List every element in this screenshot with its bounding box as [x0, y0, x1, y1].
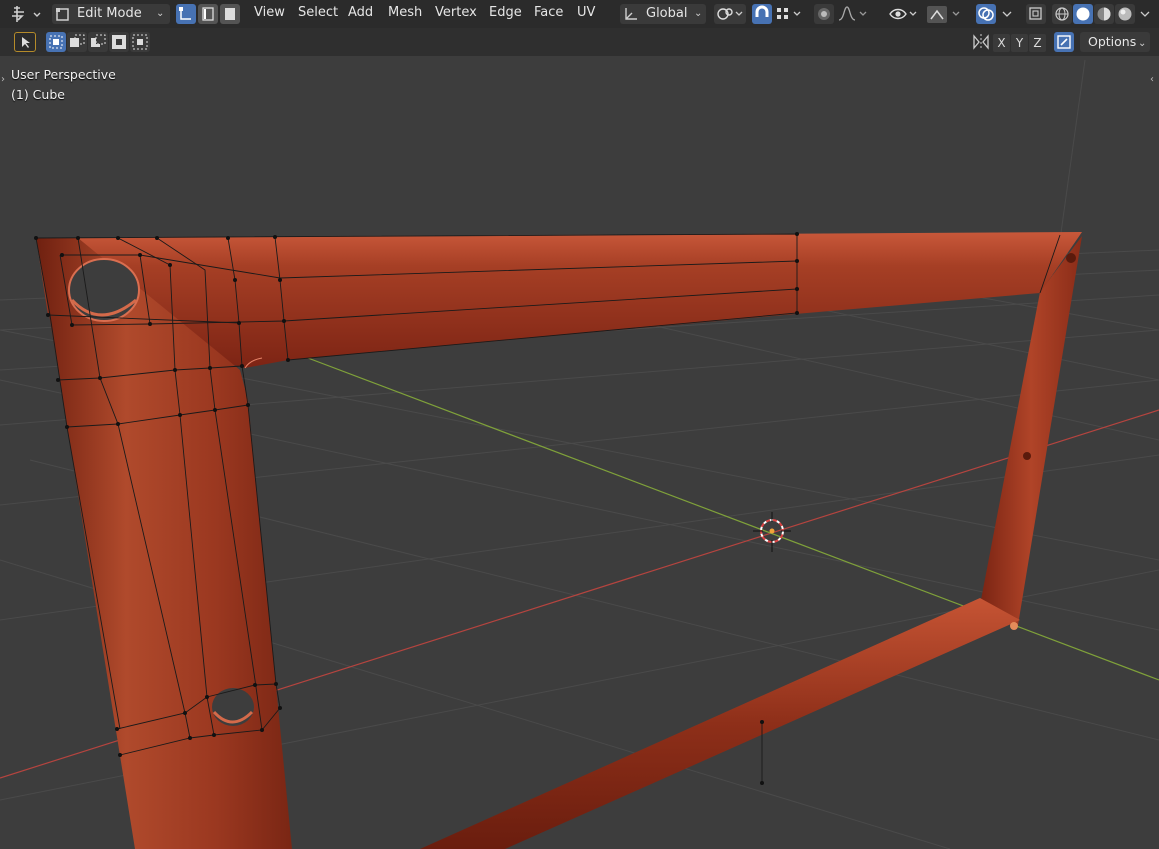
solid-shading-button[interactable] [1073, 4, 1093, 24]
menu-edge[interactable]: Edge [489, 5, 522, 20]
wireframe-shading-button[interactable] [1052, 4, 1072, 24]
pivot-point-button[interactable] [714, 4, 746, 24]
material-shading-button[interactable] [1094, 4, 1114, 24]
select-mode-extend[interactable] [67, 32, 87, 52]
overlay-icon [978, 7, 994, 21]
wireframe-shading-icon [1055, 7, 1069, 21]
proportional-editing-toggle[interactable] [814, 4, 834, 24]
visibility-icon [889, 8, 917, 20]
editor-type-button[interactable] [8, 4, 44, 24]
vertex-select-icon [179, 7, 191, 20]
chevron-down-icon: ⌄ [156, 8, 165, 19]
menu-add[interactable]: Add [348, 5, 373, 20]
vertex-select-button[interactable] [176, 4, 196, 24]
toolbar-expand-icon[interactable]: › [1, 74, 5, 85]
options-dropdown[interactable]: Options ⌄ [1080, 32, 1150, 52]
transform-orientation-icon [625, 8, 637, 20]
mirror-icon [973, 34, 989, 50]
material-shading-icon [1097, 7, 1111, 21]
menu-vertex[interactable]: Vertex [435, 5, 477, 20]
auto-merge-toggle[interactable] [1054, 32, 1074, 52]
mirror-x-toggle[interactable]: X [993, 34, 1010, 52]
rendered-shading-icon [1118, 7, 1132, 21]
mirror-z-toggle[interactable]: Z [1029, 34, 1046, 52]
menu-view[interactable]: View [254, 5, 285, 20]
mirror-y-toggle[interactable]: Y [1011, 34, 1028, 52]
tool-settings-bar: X Y Z Options ⌄ [0, 28, 1159, 56]
menu-uv[interactable]: UV [577, 5, 595, 20]
chevron-down-icon [1002, 11, 1012, 17]
solid-shading-icon [1076, 7, 1090, 21]
proportional-icon [818, 8, 830, 20]
options-label: Options [1088, 34, 1137, 49]
mirror-button[interactable] [970, 32, 992, 52]
face-select-button[interactable] [220, 4, 240, 24]
select-mode-invert[interactable] [109, 32, 129, 52]
chevron-down-icon: ⌄ [694, 8, 703, 19]
snap-increment-icon [777, 8, 801, 19]
select-intersect-icon [132, 34, 148, 50]
object-name: (1) Cube [11, 87, 65, 102]
3d-cursor-icon[interactable] [753, 512, 791, 552]
shading-dropdown[interactable] [1137, 4, 1153, 24]
select-new-icon [49, 35, 63, 49]
editor-type-icon [12, 6, 41, 22]
select-mode-new[interactable] [46, 32, 66, 52]
falloff-icon [838, 6, 867, 21]
chevron-down-icon [1140, 11, 1150, 17]
snap-icon [755, 5, 769, 17]
select-invert-icon [112, 35, 126, 49]
mode-selector[interactable]: Edit Mode ⌄ [52, 4, 170, 24]
active-tool-button[interactable] [14, 32, 36, 52]
overlay-toggle[interactable] [976, 4, 996, 24]
falloff-button[interactable] [836, 4, 870, 24]
face-select-icon [225, 8, 235, 20]
3d-viewport[interactable]: User Perspective (1) Cube › ‹ [0, 56, 1159, 849]
mode-label: Edit Mode [77, 6, 142, 21]
select-mode-intersect[interactable] [130, 32, 150, 52]
menu-face[interactable]: Face [534, 5, 563, 20]
menu-select[interactable]: Select [298, 5, 338, 20]
select-extend-icon [70, 34, 85, 47]
gizmo-icon [927, 6, 960, 23]
overlay-dropdown[interactable] [998, 4, 1016, 24]
chevron-down-icon: ⌄ [1138, 38, 1147, 49]
viewport-header: Edit Mode ⌄ View Select Add Mesh Vertex … [0, 0, 1159, 28]
snap-toggle[interactable] [752, 4, 772, 24]
select-subtract-icon [91, 34, 106, 47]
menu-mesh[interactable]: Mesh [388, 5, 422, 20]
select-mode-subtract[interactable] [88, 32, 108, 52]
rendered-shading-button[interactable] [1115, 4, 1135, 24]
snap-target-button[interactable] [774, 4, 806, 24]
auto-merge-icon [1057, 35, 1071, 49]
pivot-icon [717, 8, 743, 20]
orientation-label: Global [646, 6, 688, 21]
xray-icon [1029, 7, 1042, 20]
selectability-visibility-button[interactable] [888, 4, 920, 24]
edit-mode-icon [56, 8, 69, 21]
view-name: User Perspective [11, 67, 116, 82]
gizmo-button[interactable] [926, 4, 966, 24]
sidebar-expand-icon[interactable]: ‹ [1150, 74, 1154, 85]
scene-canvas[interactable] [0, 56, 1159, 849]
edge-select-button[interactable] [198, 4, 218, 24]
transform-orientation-selector[interactable]: Global ⌄ [620, 4, 706, 24]
select-box-tool-icon [22, 37, 30, 48]
edge-select-icon [202, 7, 214, 21]
xray-toggle[interactable] [1026, 4, 1046, 24]
